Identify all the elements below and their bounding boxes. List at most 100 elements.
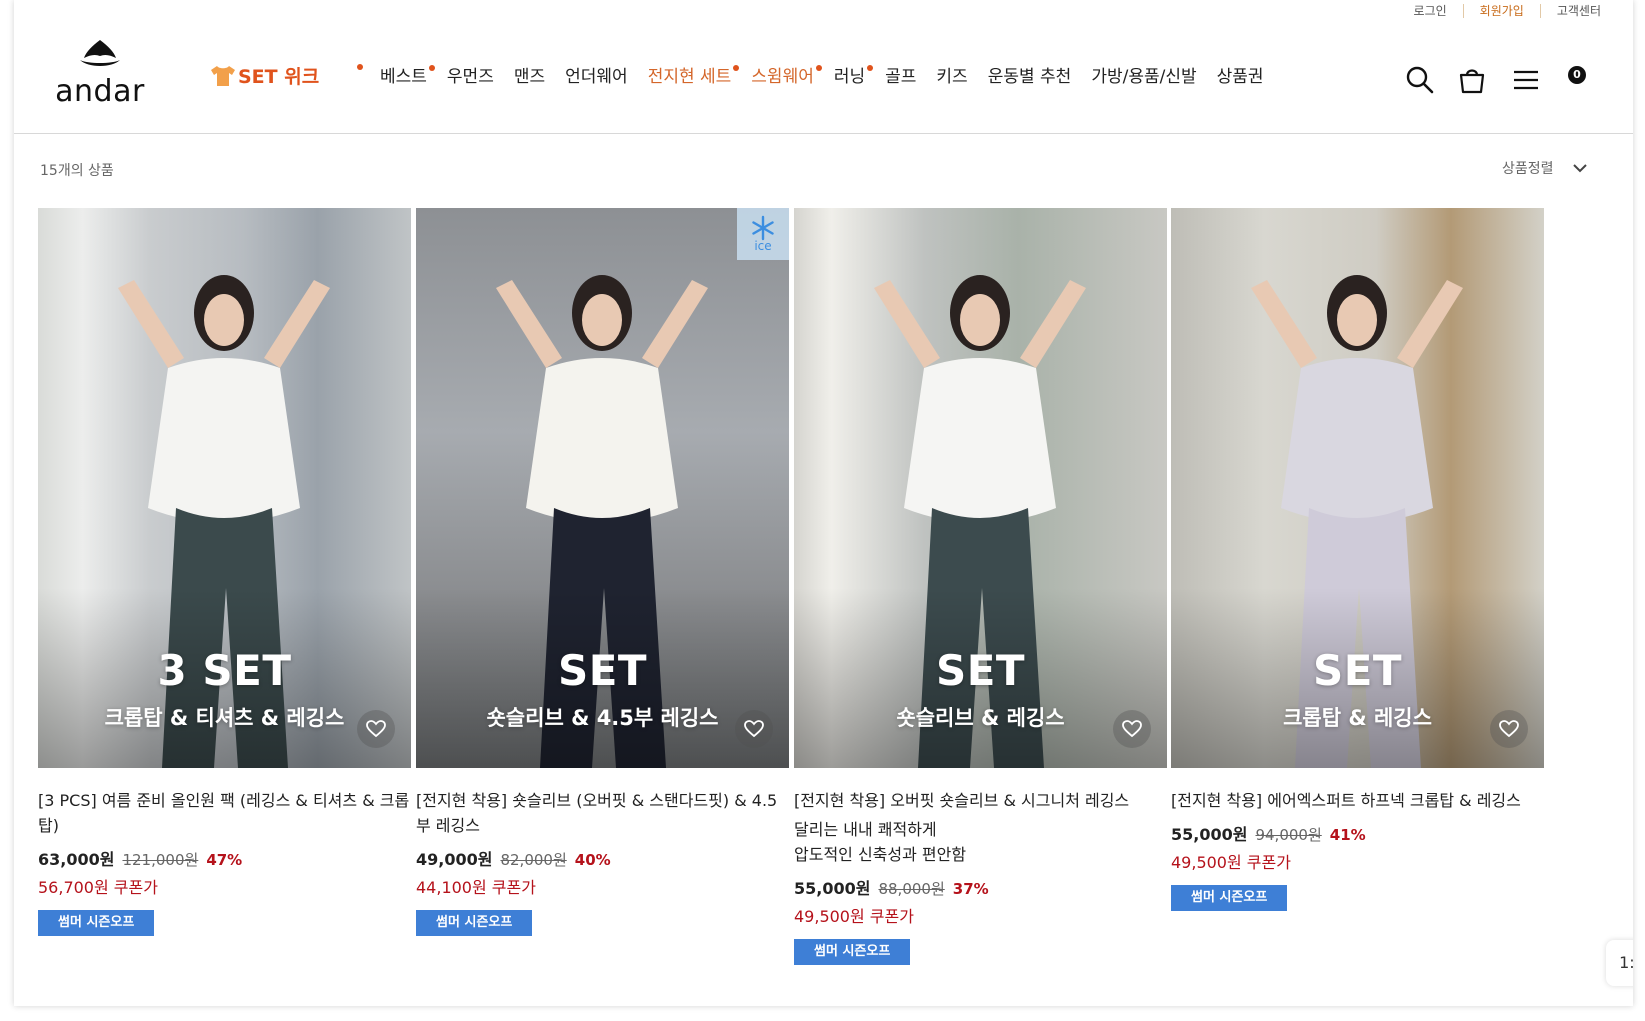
product-image[interactable]: SET 크롭탑 & 레깅스	[1171, 208, 1544, 768]
set-week-label: SET 위크	[238, 66, 320, 88]
sale-price: 55,000원	[794, 879, 871, 898]
new-dot	[428, 65, 435, 71]
product-title-text: [3 PCS] 여름 준비 올인원 팩 (레깅스 & 티셔츠 & 크롭탑)	[38, 791, 410, 835]
image-overlay-subtitle: 크롭탑 & 티셔츠 & 레깅스	[104, 706, 345, 730]
new-dot	[867, 65, 874, 71]
promo-tag: 썸머 시즌오프	[38, 910, 155, 936]
brand-logo[interactable]: andar	[50, 38, 150, 109]
heart-icon	[1499, 720, 1519, 738]
nav-item-label: 키즈	[936, 67, 968, 87]
nav-item[interactable]: 골프	[885, 62, 916, 87]
main-nav: 베스트 우먼즈 맨즈 언더웨어 전지현 세트 스윔웨어 러닝 골프 키즈 운동별 추천 가방/용품/…	[380, 62, 1284, 87]
nav-item-label: 상품권	[1216, 67, 1264, 87]
product-title[interactable]: [전지현 착용] 에어엑스퍼트 하프넥 크롭탑 & 레깅스	[1171, 788, 1544, 813]
original-price: 82,000원	[500, 851, 567, 869]
nav-item[interactable]: 전지현 세트	[647, 62, 740, 87]
nav-item[interactable]: 러닝	[833, 62, 874, 87]
logo-mark-icon	[80, 40, 120, 66]
price-row: 49,000원 82,000원 40%	[416, 846, 789, 870]
image-overlay-title: SET	[935, 646, 1026, 695]
sort-dropdown[interactable]: 상품정렬	[1502, 158, 1588, 178]
nav-item[interactable]: 언더웨어	[565, 62, 628, 87]
product-image[interactable]: 3 SET 크롭탑 & 티셔츠 & 레깅스	[38, 208, 411, 768]
shopping-bag-icon[interactable]	[1456, 64, 1488, 96]
product-title[interactable]: [전지현 착용] 오버핏 숏슬리브 & 시그니처 레깅스달리는 내내 쾌적하게압…	[794, 788, 1167, 867]
nav-item-label: 스윔웨어	[751, 67, 814, 87]
nav-item[interactable]: 스윔웨어	[751, 62, 822, 87]
nav-item-label: 골프	[885, 67, 917, 87]
product-subtitle-1: 달리는 내내 쾌적하게	[794, 820, 937, 839]
original-price: 88,000원	[878, 880, 945, 898]
image-overlay-subtitle: 크롭탑 & 레깅스	[1283, 706, 1432, 730]
price-row: 63,000원 121,000원 47%	[38, 846, 411, 870]
site-header: andar SET 위크 베스트 우먼즈 맨즈 언더웨어 전지현 세트 스윔웨어 러닝 골프 키…	[14, 0, 1633, 134]
product-image[interactable]: SET 숏슬리브 & 레깅스	[794, 208, 1167, 768]
product-title-text: [전지현 착용] 오버핏 숏슬리브 & 시그니처 레깅스	[794, 791, 1130, 810]
heart-icon	[366, 720, 386, 738]
product-subtitle-2: 압도적인 신축성과 편안함	[794, 845, 967, 864]
nav-item-label: 맨즈	[513, 67, 546, 87]
nav-item[interactable]: 베스트	[380, 62, 435, 87]
nav-item-label: 전지현 세트	[647, 67, 732, 87]
new-dot	[733, 65, 740, 71]
nav-item-label: 베스트	[380, 67, 427, 87]
nav-item-label: 가방/용품/신발	[1091, 67, 1197, 87]
image-overlay-title: SET	[557, 646, 648, 695]
price-row: 55,000원 88,000원 37%	[794, 875, 1167, 899]
wishlist-button[interactable]	[357, 710, 395, 748]
set-week-promo[interactable]: SET 위크	[210, 62, 319, 89]
nav-item-label: 러닝	[833, 67, 866, 87]
nav-item[interactable]: 맨즈	[514, 62, 545, 87]
image-overlay-subtitle: 숏슬리브 & 4.5부 레깅스	[486, 706, 719, 730]
logo-text: andar	[55, 74, 145, 109]
promo-dot	[357, 64, 363, 70]
chevron-down-icon	[1572, 164, 1587, 173]
product-image[interactable]: ice SET 숏슬리브 & 4.5부 레깅스	[416, 208, 789, 768]
ice-badge: ice	[737, 208, 789, 260]
search-icon[interactable]	[1404, 64, 1436, 96]
coupon-price: 44,100원 쿠폰가	[416, 878, 536, 897]
product-card[interactable]: SET 크롭탑 & 레깅스 [전지현 착용] 에어엑스퍼트 하프넥 크롭탑 & 레깅…	[1171, 208, 1544, 911]
discount-rate: 37%	[952, 880, 989, 898]
original-price: 94,000원	[1255, 826, 1322, 844]
product-count: 15개의 상품	[40, 163, 114, 179]
wishlist-button[interactable]	[1113, 710, 1151, 748]
promo-tag: 썸머 시즌오프	[794, 939, 911, 965]
sale-price: 55,000원	[1171, 825, 1248, 844]
ratio-toggle-button[interactable]: 1:1	[1606, 940, 1633, 986]
product-title[interactable]: [3 PCS] 여름 준비 올인원 팩 (레깅스 & 티셔츠 & 크롭탑)	[38, 788, 411, 838]
nav-item[interactable]: 운동별 추천	[988, 62, 1072, 87]
coupon-price: 49,500원 쿠폰가	[794, 907, 914, 926]
wishlist-button[interactable]	[735, 710, 773, 748]
hamburger-menu-icon[interactable]	[1510, 64, 1542, 96]
promo-tag: 썸머 시즌오프	[416, 910, 533, 936]
promo-tag: 썸머 시즌오프	[1171, 885, 1288, 911]
nav-item[interactable]: 가방/용품/신발	[1091, 62, 1196, 87]
coupon-price: 49,500원 쿠폰가	[1171, 853, 1291, 872]
image-overlay-title: SET	[1312, 646, 1403, 695]
nav-item-label: 운동별 추천	[987, 67, 1072, 87]
nav-item[interactable]: 상품권	[1217, 62, 1264, 87]
product-card[interactable]: SET 숏슬리브 & 레깅스 [전지현 착용] 오버핏 숏슬리브 & 시그니처 레깅…	[794, 208, 1167, 965]
product-title[interactable]: [전지현 착용] 숏슬리브 (오버핏 & 스탠다드핏) & 4.5부 레깅스	[416, 788, 789, 838]
product-card[interactable]: ice SET 숏슬리브 & 4.5부 레깅스 [전지현 착용] 숏슬리브 (오버핏 …	[416, 208, 789, 936]
sale-price: 63,000원	[38, 850, 115, 869]
product-title-text: [전지현 착용] 에어엑스퍼트 하프넥 크롭탑 & 레깅스	[1171, 791, 1521, 810]
nav-item[interactable]: 우먼즈	[447, 62, 494, 87]
price-row: 55,000원 94,000원 41%	[1171, 821, 1544, 845]
discount-rate: 47%	[206, 851, 243, 869]
product-card[interactable]: 3 SET 크롭탑 & 티셔츠 & 레깅스 [3 PCS] 여름 준비 올인원 팩 …	[38, 208, 411, 936]
nav-item-label: 우먼즈	[446, 67, 494, 87]
discount-rate: 41%	[1329, 826, 1366, 844]
nav-item-label: 언더웨어	[565, 67, 628, 87]
sale-price: 49,000원	[416, 850, 493, 869]
snowflake-icon	[752, 215, 774, 241]
wishlist-button[interactable]	[1490, 710, 1528, 748]
original-price: 121,000원	[122, 851, 199, 869]
product-title-text: [전지현 착용] 숏슬리브 (오버핏 & 스탠다드핏) & 4.5부 레깅스	[416, 791, 778, 835]
ice-label: ice	[754, 239, 772, 253]
image-overlay-title: 3 SET	[157, 646, 292, 695]
new-dot	[815, 65, 822, 71]
nav-item[interactable]: 키즈	[936, 62, 967, 87]
image-overlay-subtitle: 숏슬리브 & 레깅스	[896, 706, 1065, 730]
